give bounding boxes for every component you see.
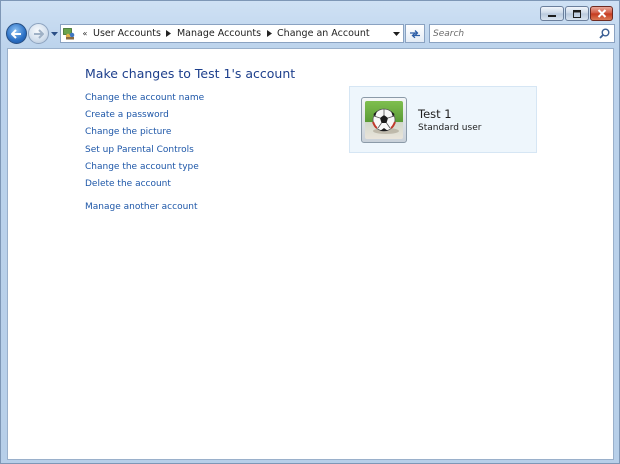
account-name: Test 1 [418,107,452,121]
forward-arrow-icon [34,28,44,39]
breadcrumb-user-accounts[interactable]: User Accounts [91,28,163,39]
search-box[interactable] [429,24,615,43]
chevron-down-icon [392,31,400,36]
search-input[interactable] [430,27,595,40]
change-account-name-link[interactable]: Change the account name [85,90,204,107]
page-title: Make changes to Test 1's account [85,66,296,81]
control-panel-icon [63,28,75,40]
task-list: Change the account name Create a passwor… [85,90,204,216]
avatar [361,97,407,143]
recent-pages-button[interactable] [50,29,59,39]
parental-controls-link[interactable]: Set up Parental Controls [85,142,204,159]
content-pane: Make changes to Test 1's account Change … [7,48,614,460]
close-icon [597,9,606,18]
change-account-type-link[interactable]: Change the account type [85,159,204,176]
breadcrumb-arrow-icon[interactable] [263,30,275,37]
chevron-down-icon [51,31,58,36]
breadcrumb-overflow[interactable]: « [79,29,91,38]
back-arrow-icon [11,28,21,39]
address-dropdown-button[interactable] [391,28,401,39]
breadcrumb-manage-accounts[interactable]: Manage Accounts [175,28,263,39]
control-panel-window: « User Accounts Manage Accounts Change a… [0,0,620,464]
minimize-icon [548,14,556,17]
forward-button[interactable] [28,23,49,44]
search-icon[interactable] [599,28,610,39]
create-password-link[interactable]: Create a password [85,107,204,124]
maximize-icon [573,9,581,18]
breadcrumb-arrow-icon[interactable] [163,30,175,37]
back-button[interactable] [6,23,27,44]
minimize-button[interactable] [540,6,564,21]
address-bar[interactable]: « User Accounts Manage Accounts Change a… [60,24,404,43]
account-type: Standard user [418,123,482,133]
caption-buttons [539,6,613,21]
manage-another-account-link[interactable]: Manage another account [85,199,204,216]
delete-account-link[interactable]: Delete the account [85,176,204,193]
soccer-ball-picture [365,101,403,139]
account-card: Test 1 Standard user [349,86,537,153]
change-picture-link[interactable]: Change the picture [85,124,204,141]
close-button[interactable] [590,6,613,21]
maximize-button[interactable] [565,6,589,21]
navigation-bar: « User Accounts Manage Accounts Change a… [1,22,619,46]
breadcrumb-change-an-account[interactable]: Change an Account [275,28,372,39]
refresh-button[interactable] [405,24,425,43]
refresh-icon [410,29,420,38]
soccer-ball-icon [372,108,399,134]
